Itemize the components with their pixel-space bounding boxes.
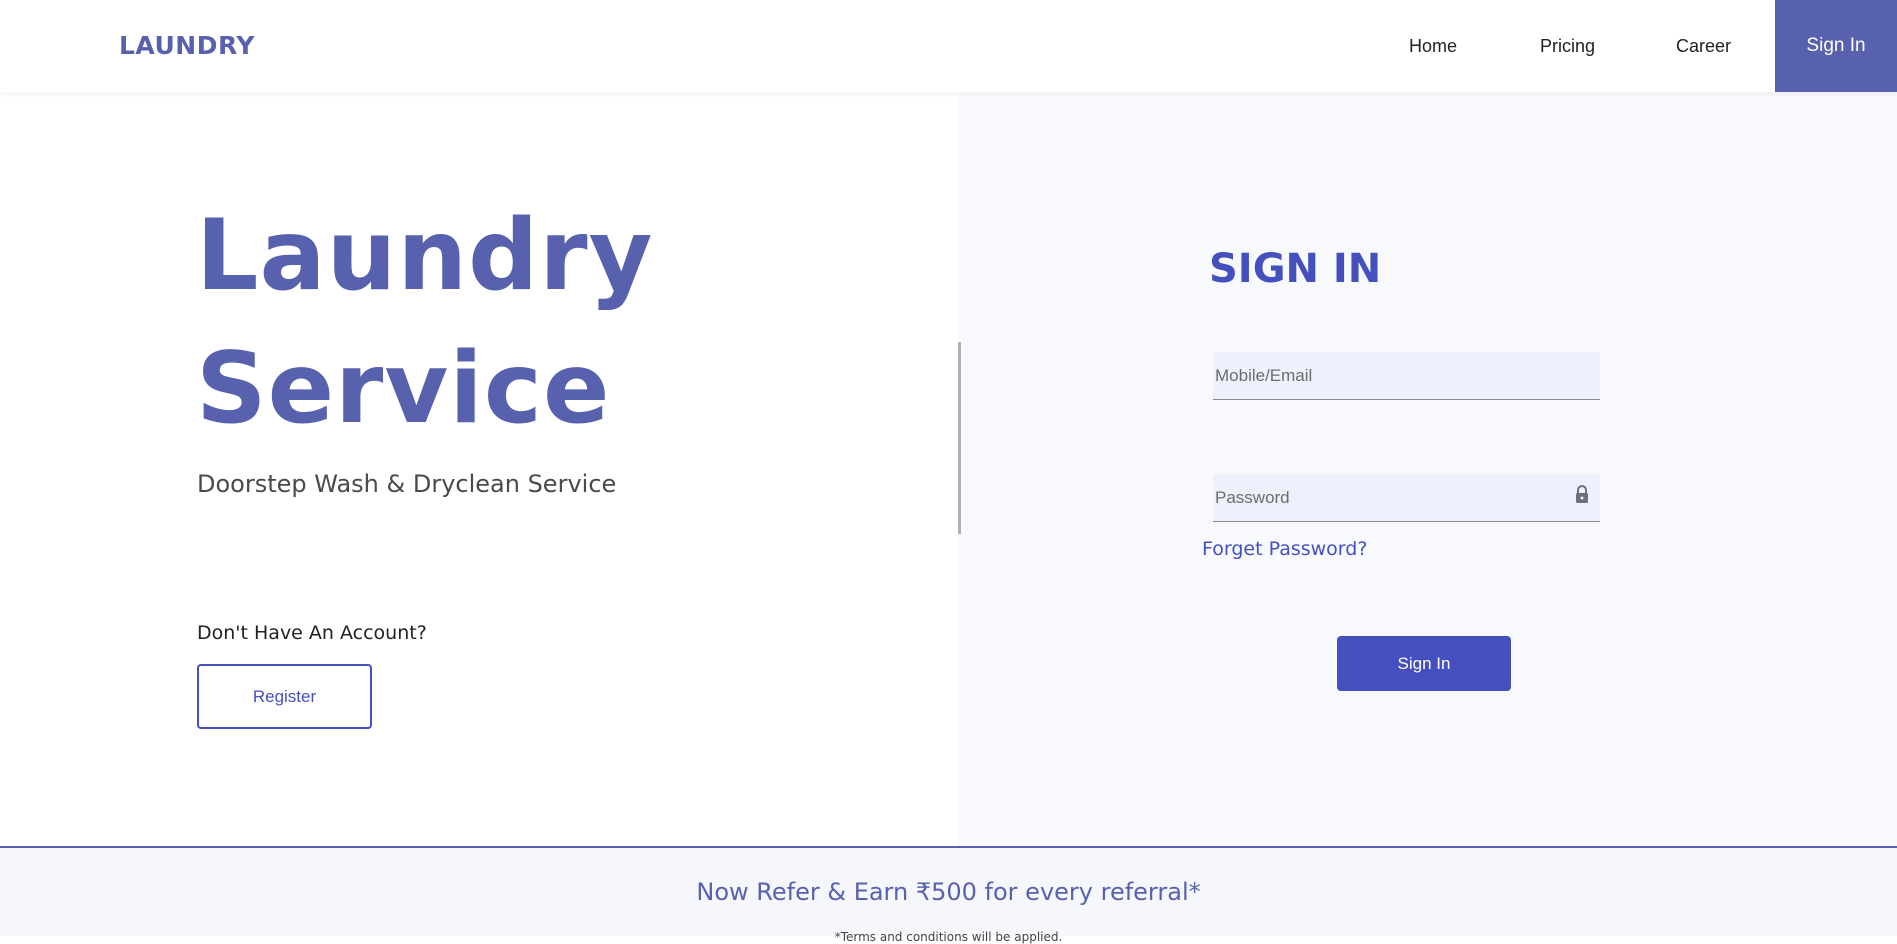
password-input[interactable]	[1213, 474, 1600, 521]
password-field	[1213, 474, 1600, 522]
hero-subtitle: Doorstep Wash & Dryclean Service	[197, 470, 617, 498]
email-input[interactable]	[1213, 352, 1600, 399]
signin-panel	[959, 92, 1897, 847]
nav-pricing-link[interactable]: Pricing	[1540, 36, 1595, 57]
signin-submit-button[interactable]: Sign In	[1337, 636, 1511, 691]
signin-title: SIGN IN	[1209, 246, 1382, 292]
top-navbar: LAUNDRY Home Pricing Career Sign In	[0, 0, 1897, 92]
referral-text: Now Refer & Earn ₹500 for every referral…	[696, 878, 1201, 906]
panel-divider	[958, 342, 961, 534]
lock-icon	[1576, 485, 1588, 503]
hero-title-line2: Service	[196, 332, 611, 446]
brand-logo[interactable]: LAUNDRY	[119, 31, 255, 60]
hero-title: Laundry Service	[196, 190, 653, 456]
referral-footer: Now Refer & Earn ₹500 for every referral…	[0, 846, 1897, 944]
nav-signin-button[interactable]: Sign In	[1775, 0, 1897, 92]
register-button[interactable]: Register	[197, 664, 372, 729]
email-field	[1213, 352, 1600, 400]
hero-title-line1: Laundry	[196, 199, 654, 313]
nav-career-link[interactable]: Career	[1676, 36, 1731, 57]
no-account-text: Don't Have An Account?	[197, 622, 427, 644]
nav-home-link[interactable]: Home	[1409, 36, 1457, 57]
terms-text: *Terms and conditions will be applied.	[834, 930, 1063, 944]
forget-password-link[interactable]: Forget Password?	[1202, 538, 1367, 560]
